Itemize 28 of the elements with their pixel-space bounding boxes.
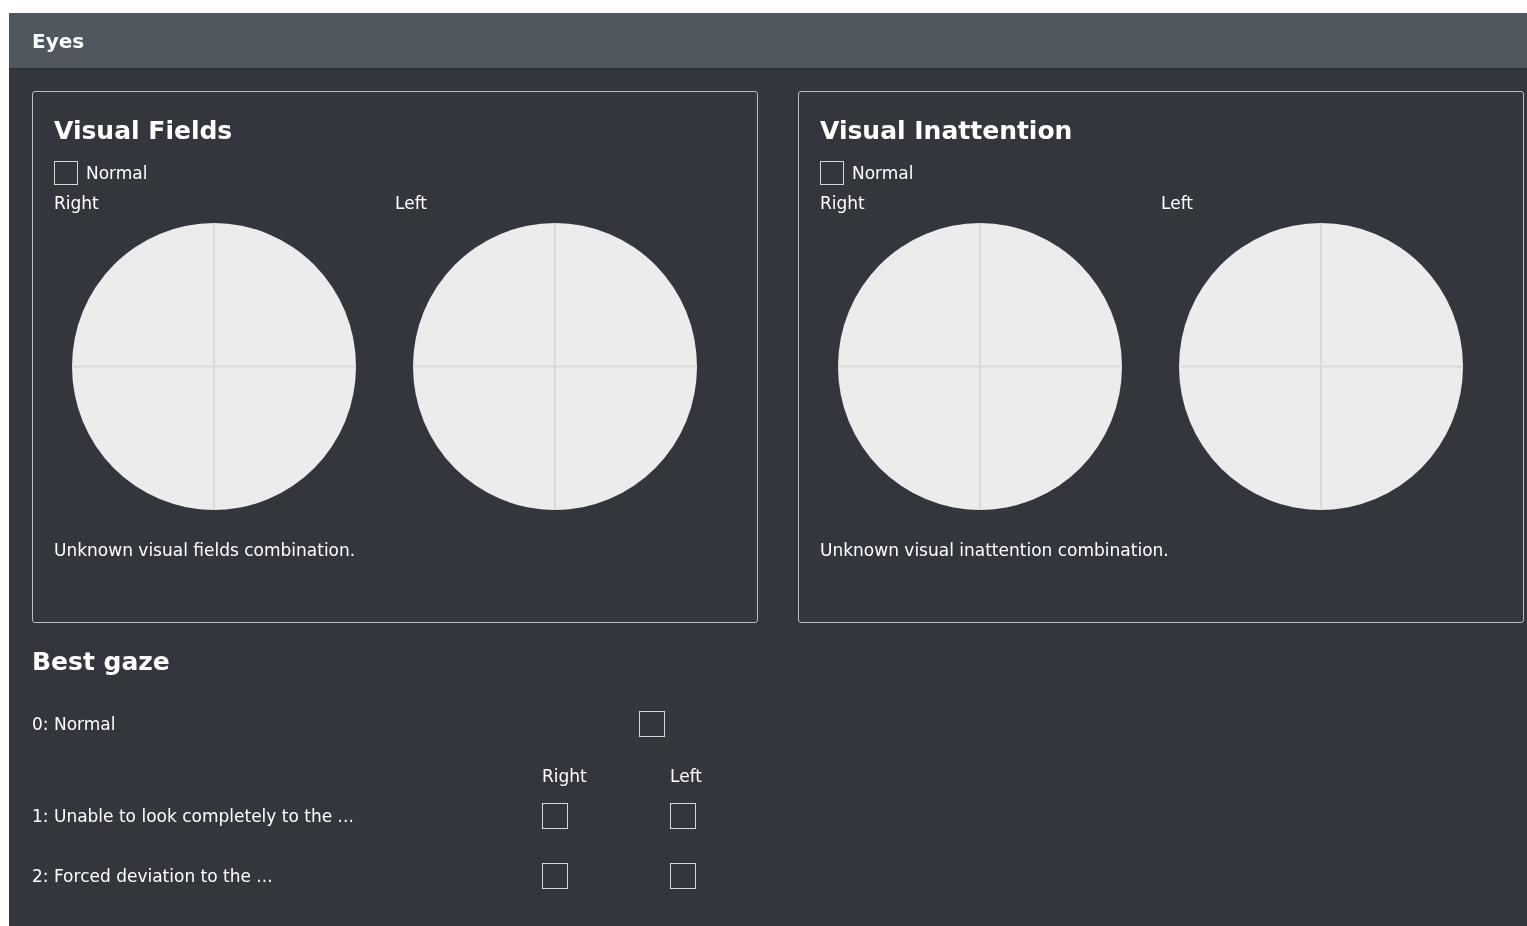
- section-title: Visual Inattention: [820, 115, 1073, 147]
- checkbox[interactable]: [542, 863, 568, 889]
- quadrant-circle-drawing[interactable]: [413, 223, 697, 510]
- eye-label: Right: [820, 193, 865, 213]
- quadrant-circle-drawing[interactable]: [838, 223, 1122, 510]
- eye-label: Right: [54, 193, 99, 213]
- checkbox[interactable]: [54, 161, 78, 185]
- checkbox[interactable]: [639, 711, 665, 737]
- section-title: Visual Fields: [54, 115, 233, 147]
- checkbox[interactable]: [542, 803, 568, 829]
- row-label: 2: Forced deviation to the ...: [32, 866, 273, 886]
- checkbox[interactable]: [670, 863, 696, 889]
- summary-text: Unknown visual inattention combination.: [820, 540, 1169, 560]
- column-header: Left: [670, 766, 702, 786]
- eye-label: Left: [1161, 193, 1193, 213]
- checkbox-label: Normal: [852, 163, 914, 183]
- quadrant-circle-drawing[interactable]: [72, 223, 356, 510]
- checkbox[interactable]: [820, 161, 844, 185]
- column-header: Right: [542, 766, 587, 786]
- section-title: Best gaze: [32, 647, 170, 676]
- row-label: 1: Unable to look completely to the ...: [32, 806, 354, 826]
- eye-label: Left: [395, 193, 427, 213]
- row-label: 0: Normal: [32, 714, 116, 734]
- panel-header: Eyes: [9, 13, 1527, 69]
- summary-text: Unknown visual fields combination.: [54, 540, 356, 560]
- checkbox-label: Normal: [86, 163, 148, 183]
- checkbox[interactable]: [670, 803, 696, 829]
- quadrant-circle-drawing[interactable]: [1179, 223, 1463, 510]
